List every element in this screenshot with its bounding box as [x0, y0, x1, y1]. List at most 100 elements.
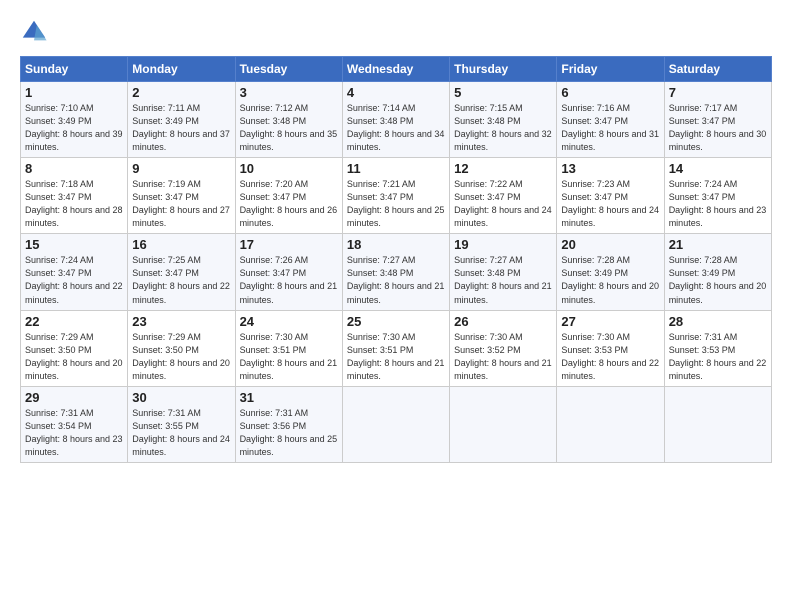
day-number: 1: [25, 85, 123, 100]
calendar-cell: 15 Sunrise: 7:24 AMSunset: 3:47 PMDaylig…: [21, 234, 128, 310]
calendar-week-5: 29 Sunrise: 7:31 AMSunset: 3:54 PMDaylig…: [21, 386, 772, 462]
day-number: 20: [561, 237, 659, 252]
calendar-table: SundayMondayTuesdayWednesdayThursdayFrid…: [20, 56, 772, 463]
calendar-week-1: 1 Sunrise: 7:10 AMSunset: 3:49 PMDayligh…: [21, 82, 772, 158]
day-number: 29: [25, 390, 123, 405]
calendar-cell: 11 Sunrise: 7:21 AMSunset: 3:47 PMDaylig…: [342, 158, 449, 234]
calendar-cell: 4 Sunrise: 7:14 AMSunset: 3:48 PMDayligh…: [342, 82, 449, 158]
calendar-cell: 20 Sunrise: 7:28 AMSunset: 3:49 PMDaylig…: [557, 234, 664, 310]
calendar-cell: [342, 386, 449, 462]
calendar-cell: 18 Sunrise: 7:27 AMSunset: 3:48 PMDaylig…: [342, 234, 449, 310]
calendar-cell: 8 Sunrise: 7:18 AMSunset: 3:47 PMDayligh…: [21, 158, 128, 234]
day-info: Sunrise: 7:21 AMSunset: 3:47 PMDaylight:…: [347, 179, 445, 228]
calendar-cell: 23 Sunrise: 7:29 AMSunset: 3:50 PMDaylig…: [128, 310, 235, 386]
day-number: 28: [669, 314, 767, 329]
day-info: Sunrise: 7:27 AMSunset: 3:48 PMDaylight:…: [347, 255, 445, 304]
day-number: 7: [669, 85, 767, 100]
day-info: Sunrise: 7:28 AMSunset: 3:49 PMDaylight:…: [669, 255, 767, 304]
calendar-cell: 31 Sunrise: 7:31 AMSunset: 3:56 PMDaylig…: [235, 386, 342, 462]
calendar-cell: 3 Sunrise: 7:12 AMSunset: 3:48 PMDayligh…: [235, 82, 342, 158]
day-info: Sunrise: 7:16 AMSunset: 3:47 PMDaylight:…: [561, 103, 659, 152]
logo: [20, 18, 52, 46]
day-info: Sunrise: 7:30 AMSunset: 3:52 PMDaylight:…: [454, 332, 552, 381]
column-header-thursday: Thursday: [450, 57, 557, 82]
day-info: Sunrise: 7:24 AMSunset: 3:47 PMDaylight:…: [669, 179, 767, 228]
logo-icon: [20, 18, 48, 46]
day-info: Sunrise: 7:14 AMSunset: 3:48 PMDaylight:…: [347, 103, 445, 152]
day-info: Sunrise: 7:31 AMSunset: 3:53 PMDaylight:…: [669, 332, 767, 381]
calendar-cell: 13 Sunrise: 7:23 AMSunset: 3:47 PMDaylig…: [557, 158, 664, 234]
calendar-cell: 10 Sunrise: 7:20 AMSunset: 3:47 PMDaylig…: [235, 158, 342, 234]
header: [20, 18, 772, 46]
calendar-week-2: 8 Sunrise: 7:18 AMSunset: 3:47 PMDayligh…: [21, 158, 772, 234]
day-number: 13: [561, 161, 659, 176]
day-number: 14: [669, 161, 767, 176]
day-number: 31: [240, 390, 338, 405]
column-header-wednesday: Wednesday: [342, 57, 449, 82]
day-number: 18: [347, 237, 445, 252]
day-info: Sunrise: 7:28 AMSunset: 3:49 PMDaylight:…: [561, 255, 659, 304]
day-info: Sunrise: 7:27 AMSunset: 3:48 PMDaylight:…: [454, 255, 552, 304]
day-number: 15: [25, 237, 123, 252]
day-number: 24: [240, 314, 338, 329]
day-number: 21: [669, 237, 767, 252]
calendar-cell: 5 Sunrise: 7:15 AMSunset: 3:48 PMDayligh…: [450, 82, 557, 158]
day-number: 22: [25, 314, 123, 329]
day-info: Sunrise: 7:23 AMSunset: 3:47 PMDaylight:…: [561, 179, 659, 228]
day-number: 16: [132, 237, 230, 252]
day-number: 11: [347, 161, 445, 176]
calendar-cell: 27 Sunrise: 7:30 AMSunset: 3:53 PMDaylig…: [557, 310, 664, 386]
day-number: 30: [132, 390, 230, 405]
day-info: Sunrise: 7:11 AMSunset: 3:49 PMDaylight:…: [132, 103, 230, 152]
column-header-tuesday: Tuesday: [235, 57, 342, 82]
day-info: Sunrise: 7:24 AMSunset: 3:47 PMDaylight:…: [25, 255, 123, 304]
calendar-cell: [664, 386, 771, 462]
calendar-cell: 2 Sunrise: 7:11 AMSunset: 3:49 PMDayligh…: [128, 82, 235, 158]
day-info: Sunrise: 7:12 AMSunset: 3:48 PMDaylight:…: [240, 103, 338, 152]
calendar-cell: 17 Sunrise: 7:26 AMSunset: 3:47 PMDaylig…: [235, 234, 342, 310]
page-container: SundayMondayTuesdayWednesdayThursdayFrid…: [0, 0, 792, 473]
calendar-cell: 30 Sunrise: 7:31 AMSunset: 3:55 PMDaylig…: [128, 386, 235, 462]
day-info: Sunrise: 7:17 AMSunset: 3:47 PMDaylight:…: [669, 103, 767, 152]
day-number: 27: [561, 314, 659, 329]
calendar-cell: [557, 386, 664, 462]
day-info: Sunrise: 7:10 AMSunset: 3:49 PMDaylight:…: [25, 103, 123, 152]
calendar-cell: 1 Sunrise: 7:10 AMSunset: 3:49 PMDayligh…: [21, 82, 128, 158]
day-info: Sunrise: 7:19 AMSunset: 3:47 PMDaylight:…: [132, 179, 230, 228]
day-info: Sunrise: 7:31 AMSunset: 3:56 PMDaylight:…: [240, 408, 338, 457]
day-number: 26: [454, 314, 552, 329]
day-info: Sunrise: 7:25 AMSunset: 3:47 PMDaylight:…: [132, 255, 230, 304]
day-info: Sunrise: 7:31 AMSunset: 3:55 PMDaylight:…: [132, 408, 230, 457]
day-number: 6: [561, 85, 659, 100]
calendar-cell: [450, 386, 557, 462]
day-number: 2: [132, 85, 230, 100]
calendar-cell: 12 Sunrise: 7:22 AMSunset: 3:47 PMDaylig…: [450, 158, 557, 234]
calendar-cell: 28 Sunrise: 7:31 AMSunset: 3:53 PMDaylig…: [664, 310, 771, 386]
calendar-cell: 14 Sunrise: 7:24 AMSunset: 3:47 PMDaylig…: [664, 158, 771, 234]
calendar-cell: 26 Sunrise: 7:30 AMSunset: 3:52 PMDaylig…: [450, 310, 557, 386]
calendar-cell: 7 Sunrise: 7:17 AMSunset: 3:47 PMDayligh…: [664, 82, 771, 158]
day-number: 5: [454, 85, 552, 100]
calendar-cell: 9 Sunrise: 7:19 AMSunset: 3:47 PMDayligh…: [128, 158, 235, 234]
calendar-cell: 16 Sunrise: 7:25 AMSunset: 3:47 PMDaylig…: [128, 234, 235, 310]
day-number: 10: [240, 161, 338, 176]
day-info: Sunrise: 7:26 AMSunset: 3:47 PMDaylight:…: [240, 255, 338, 304]
header-row: SundayMondayTuesdayWednesdayThursdayFrid…: [21, 57, 772, 82]
calendar-cell: 19 Sunrise: 7:27 AMSunset: 3:48 PMDaylig…: [450, 234, 557, 310]
day-number: 23: [132, 314, 230, 329]
day-number: 4: [347, 85, 445, 100]
column-header-friday: Friday: [557, 57, 664, 82]
calendar-cell: 29 Sunrise: 7:31 AMSunset: 3:54 PMDaylig…: [21, 386, 128, 462]
day-info: Sunrise: 7:29 AMSunset: 3:50 PMDaylight:…: [132, 332, 230, 381]
day-info: Sunrise: 7:30 AMSunset: 3:53 PMDaylight:…: [561, 332, 659, 381]
day-number: 8: [25, 161, 123, 176]
day-number: 12: [454, 161, 552, 176]
day-info: Sunrise: 7:29 AMSunset: 3:50 PMDaylight:…: [25, 332, 123, 381]
calendar-cell: 25 Sunrise: 7:30 AMSunset: 3:51 PMDaylig…: [342, 310, 449, 386]
column-header-saturday: Saturday: [664, 57, 771, 82]
day-info: Sunrise: 7:31 AMSunset: 3:54 PMDaylight:…: [25, 408, 123, 457]
calendar-cell: 21 Sunrise: 7:28 AMSunset: 3:49 PMDaylig…: [664, 234, 771, 310]
column-header-monday: Monday: [128, 57, 235, 82]
calendar-cell: 24 Sunrise: 7:30 AMSunset: 3:51 PMDaylig…: [235, 310, 342, 386]
day-number: 25: [347, 314, 445, 329]
